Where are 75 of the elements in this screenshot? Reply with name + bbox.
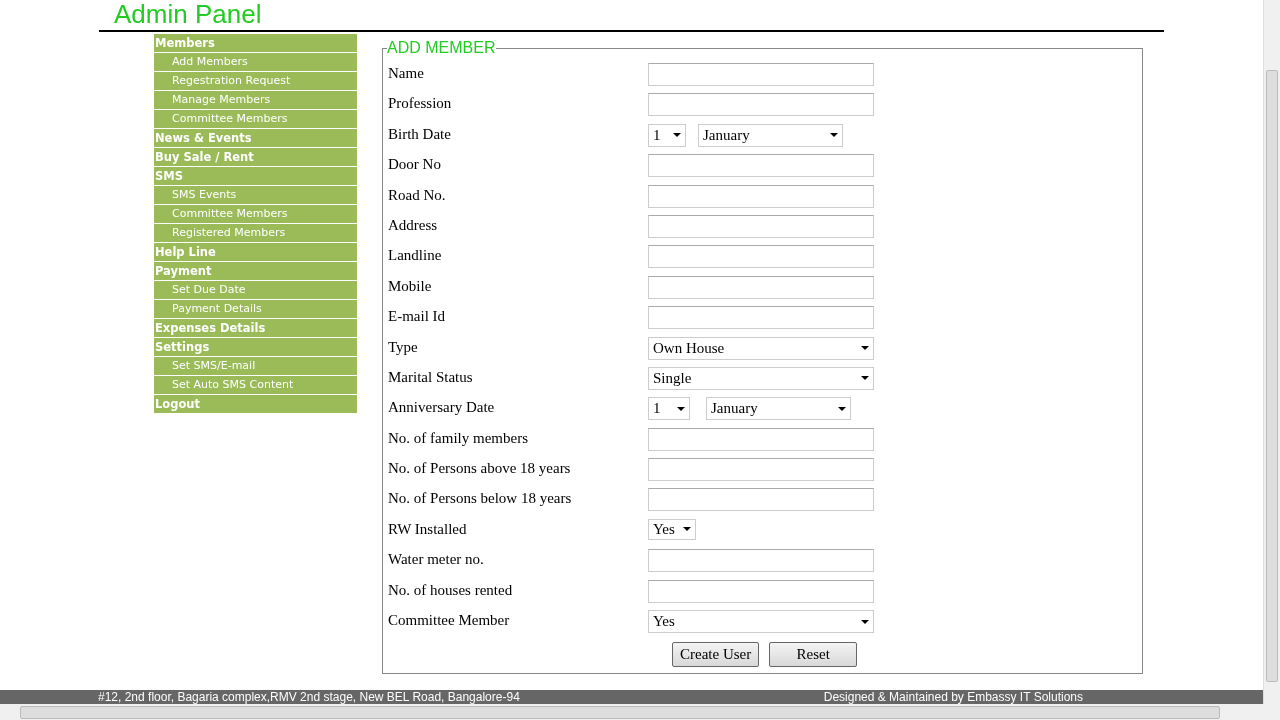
sidebar-subitem[interactable]: Registered Members — [154, 224, 357, 243]
input-field[interactable] — [648, 154, 874, 178]
footer-address: #12, 2nd floor, Bagaria complex,RMV 2nd stage, New BEL Road, Bangalore-94 — [98, 690, 520, 704]
caret-icon — [861, 376, 869, 381]
form-button[interactable]: Reset — [769, 642, 858, 668]
field-label: No. of Persons below 18 years — [388, 489, 573, 509]
field-label: Water meter no. — [388, 550, 485, 570]
field-label: No. of Persons above 18 years — [388, 459, 572, 479]
field-label: Marital Status — [388, 367, 474, 387]
input-field[interactable] — [648, 488, 874, 512]
sidebar-item[interactable]: Payment — [154, 262, 357, 281]
field-label: Committee Member — [388, 611, 511, 631]
sidebar-subitem[interactable]: SMS Events — [154, 186, 357, 205]
sidebar-subitem[interactable]: Committee Members — [154, 110, 357, 129]
field-label: Mobile — [388, 276, 433, 296]
input-field[interactable] — [648, 184, 874, 208]
field-label: RW Installed — [388, 519, 468, 539]
site-title: Admin Panel — [114, 0, 262, 29]
input-field[interactable] — [648, 549, 874, 573]
field-label: Address — [388, 215, 439, 235]
field-label: Profession — [388, 94, 453, 114]
sidebar-subitem[interactable]: Set Auto SMS Content — [154, 376, 357, 395]
sidebar-item[interactable]: Members — [154, 34, 357, 53]
footer-credit: Designed & Maintained by Embassy IT Solutions — [823, 690, 1083, 704]
horizontal-scrollbar[interactable] — [0, 704, 1280, 720]
field-label: E-mail Id — [388, 307, 447, 327]
day-dropdown[interactable]: 1 — [648, 123, 686, 147]
dropdown[interactable]: Yes — [648, 518, 696, 540]
field-label: Name — [388, 64, 425, 83]
input-field[interactable] — [648, 275, 874, 299]
vertical-scrollbar[interactable] — [1263, 0, 1280, 704]
field-label: Anniversary Date — [388, 398, 496, 418]
input-field[interactable] — [648, 214, 874, 238]
caret-icon — [683, 527, 691, 532]
month-dropdown[interactable]: January — [698, 123, 843, 147]
caret-icon — [838, 406, 846, 411]
day-dropdown[interactable]: 1 — [648, 397, 690, 421]
field-label: Door No — [388, 155, 442, 175]
sidebar-item[interactable]: SMS — [154, 167, 357, 186]
sidebar-subitem[interactable]: Payment Details — [154, 300, 357, 319]
month-dropdown[interactable]: January — [706, 397, 851, 421]
sidebar-subitem[interactable]: Manage Members — [154, 91, 357, 110]
sidebar-item[interactable]: Settings — [154, 338, 357, 357]
field-label: Birth Date — [388, 124, 452, 144]
caret-icon — [677, 406, 685, 411]
field-label: Road No. — [388, 185, 447, 205]
dropdown[interactable]: Single — [648, 366, 874, 390]
sidebar-subitem[interactable]: Regestration Request — [154, 72, 357, 91]
sidebar-item[interactable]: Help Line — [154, 243, 357, 262]
input-field[interactable] — [648, 245, 874, 269]
field-label: No. of family members — [388, 428, 529, 448]
caret-icon — [673, 133, 681, 138]
input-field[interactable] — [648, 306, 874, 330]
dropdown[interactable]: Yes — [648, 610, 874, 634]
field-label: No. of houses rented — [388, 580, 514, 600]
sidebar-item[interactable]: Buy Sale / Rent — [154, 148, 357, 167]
dropdown[interactable]: Own House — [648, 336, 874, 360]
input-field[interactable] — [648, 93, 874, 117]
caret-icon — [861, 346, 869, 350]
input-field[interactable] — [648, 427, 874, 451]
input-field[interactable] — [648, 458, 874, 482]
sidebar-subitem[interactable]: Add Members — [154, 53, 357, 72]
input-field[interactable] — [648, 63, 874, 86]
sidebar-item[interactable]: Expenses Details — [154, 319, 357, 338]
sidebar-item[interactable]: Logout — [154, 395, 357, 414]
input-field[interactable] — [648, 579, 874, 603]
caret-icon — [830, 133, 838, 138]
field-label: Landline — [388, 246, 443, 266]
caret-icon — [861, 619, 869, 624]
form-button[interactable]: Create User — [672, 642, 760, 668]
field-label: Type — [388, 337, 419, 357]
sidebar-subitem[interactable]: Committee Members — [154, 205, 357, 224]
sidebar-subitem[interactable]: Set Due Date — [154, 281, 357, 300]
sidebar-subitem[interactable]: Set SMS/E-mail — [154, 357, 357, 376]
sidebar-item[interactable]: News & Events — [154, 129, 357, 148]
